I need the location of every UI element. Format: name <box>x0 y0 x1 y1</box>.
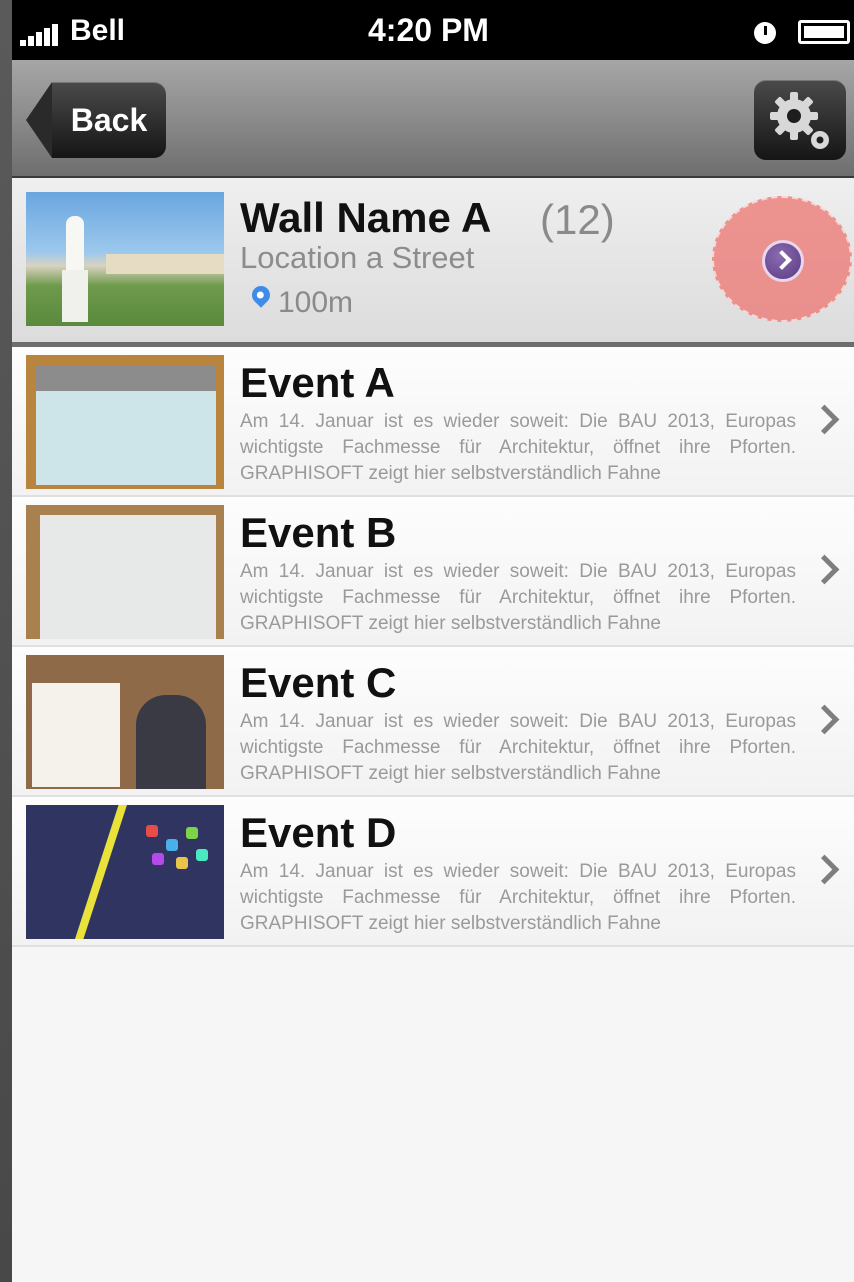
event-description: Am 14. Januar ist es wieder soweit: Die … <box>240 411 796 484</box>
status-bar: Bell 4:20 PM <box>12 0 854 60</box>
list-item-event-a[interactable]: Event A Am 14. Januar ist es wieder sowe… <box>12 347 854 497</box>
wall-header[interactable]: Wall Name A (12) Location a Street 100m <box>12 178 854 347</box>
list-item-event-c[interactable]: Event C Am 14. Januar ist es wieder sowe… <box>12 647 854 797</box>
wall-location: Location a Street <box>240 240 475 275</box>
settings-button[interactable] <box>754 80 846 160</box>
back-button[interactable]: Back <box>26 82 166 158</box>
chevron-right-circle-icon <box>762 240 804 282</box>
event-title: Event B <box>240 509 397 556</box>
event-description: Am 14. Januar ist es wieder soweit: Die … <box>240 861 796 934</box>
chevron-right-icon <box>809 704 840 735</box>
detail-disclosure-button[interactable] <box>712 196 852 322</box>
list-item-event-b[interactable]: Event B Am 14. Januar ist es wieder sowe… <box>12 497 854 647</box>
phone-screen: Bell 4:20 PM Back Wall Name A (12) Locat… <box>12 0 854 1282</box>
event-thumbnail <box>26 655 224 789</box>
navigation-bar: Back <box>12 60 854 178</box>
event-thumbnail <box>26 355 224 489</box>
event-thumbnail <box>26 805 224 939</box>
carrier-name: Bell <box>70 14 126 47</box>
wall-count: (12) <box>540 196 615 243</box>
wall-distance: 100m <box>278 286 354 319</box>
wall-title: Wall Name A <box>240 194 492 241</box>
status-time: 4:20 PM <box>368 12 489 48</box>
event-description: Am 14. Januar ist es wieder soweit: Die … <box>240 711 796 784</box>
gear-icon <box>770 92 829 149</box>
wall-photo <box>26 192 224 326</box>
location-pin-icon <box>248 282 274 308</box>
chevron-right-icon <box>809 404 840 435</box>
list-item-event-d[interactable]: Event D Am 14. Januar ist es wieder sowe… <box>12 797 854 947</box>
event-description: Am 14. Januar ist es wieder soweit: Die … <box>240 561 796 634</box>
alarm-clock-icon <box>754 22 776 44</box>
event-thumbnail <box>26 505 224 639</box>
chevron-right-icon <box>809 554 840 585</box>
signal-strength-icon <box>20 24 60 46</box>
chevron-right-icon <box>809 854 840 885</box>
event-title: Event C <box>240 659 397 706</box>
battery-icon <box>798 20 850 44</box>
event-title: Event A <box>240 359 395 406</box>
event-list: Event A Am 14. Januar ist es wieder sowe… <box>12 347 854 947</box>
event-title: Event D <box>240 809 397 856</box>
